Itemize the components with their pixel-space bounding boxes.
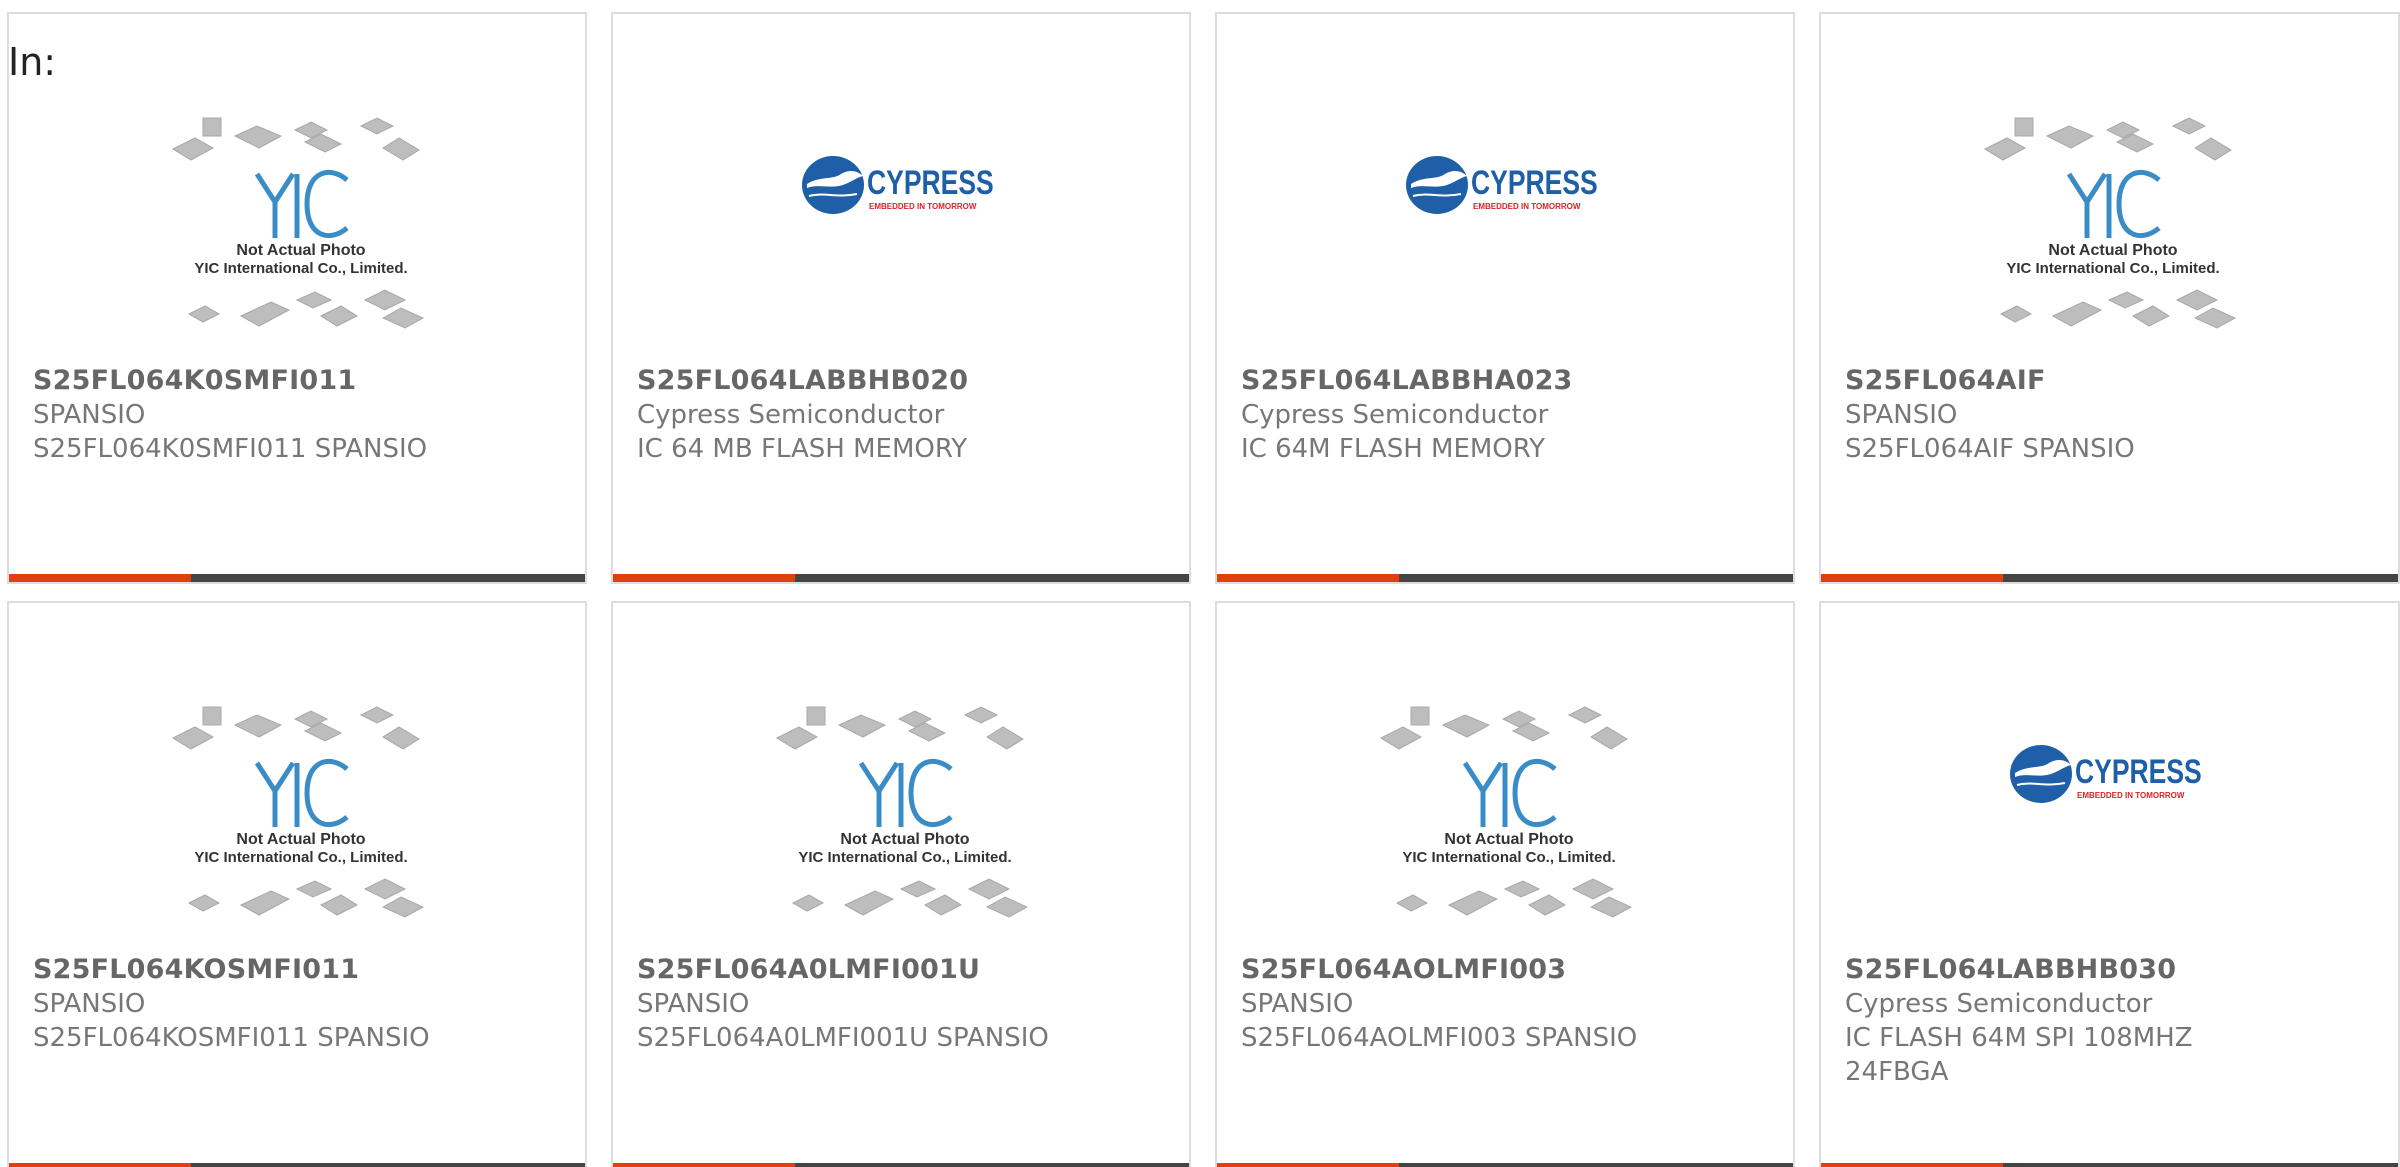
manufacturer: SPANSIO: [33, 400, 146, 430]
yic-company-text: YIC International Co., Limited.: [194, 260, 408, 277]
description: S25FL064A0LMFI001U SPANSIO: [637, 1023, 1049, 1053]
part-number[interactable]: S25FL064LABBHA023: [1241, 364, 1773, 398]
card-bottom-bar: [1821, 1163, 2398, 1167]
chip-placeholder-icon: [171, 117, 425, 329]
product-card[interactable]: Not Actual Photo YIC International Co., …: [7, 12, 587, 584]
description: S25FL064AOLMFI003 SPANSIO: [1241, 1023, 1638, 1053]
product-card[interactable]: CYPRESS EMBEDDED IN TOMORROW S25FL064LAB…: [1215, 12, 1795, 584]
card-accent-bar: [1217, 1163, 1399, 1167]
product-image-cypress-logo[interactable]: CYPRESS EMBEDDED IN TOMORROW: [613, 14, 1189, 354]
manufacturer: Cypress Semiconductor: [1241, 400, 1549, 430]
part-number[interactable]: S25FL064A0LMFI001U: [637, 953, 1169, 987]
cypress-tagline-text: EMBEDDED IN TOMORROW: [869, 202, 977, 211]
card-accent-bar: [9, 1163, 191, 1167]
cypress-tagline-text: EMBEDDED IN TOMORROW: [1473, 202, 1581, 211]
card-accent-bar: [1821, 574, 2003, 582]
not-actual-photo-text: Not Actual Photo: [236, 242, 366, 259]
product-image-yic-placeholder[interactable]: Not Actual Photo YIC International Co., …: [9, 14, 585, 354]
yic-company-text: YIC International Co., Limited.: [798, 849, 1012, 866]
not-actual-photo-text: Not Actual Photo: [1444, 831, 1574, 848]
manufacturer: SPANSIO: [1845, 400, 1958, 430]
card-accent-bar: [613, 1163, 795, 1167]
cypress-tagline-text: EMBEDDED IN TOMORROW: [2077, 791, 2185, 800]
card-accent-bar: [613, 574, 795, 582]
chip-placeholder-icon: [171, 706, 425, 918]
not-actual-photo-text: Not Actual Photo: [2048, 242, 2178, 259]
product-card[interactable]: CYPRESS EMBEDDED IN TOMORROW S25FL064LAB…: [611, 12, 1191, 584]
manufacturer: SPANSIO: [637, 989, 750, 1019]
card-bottom-bar: [1217, 574, 1793, 582]
product-image-yic-placeholder[interactable]: Not Actual Photo YIC International Co., …: [9, 603, 585, 943]
not-actual-photo-text: Not Actual Photo: [840, 831, 970, 848]
part-number[interactable]: S25FL064K0SMFI011: [33, 364, 565, 398]
cypress-brand-text: CYPRESS: [1471, 164, 1598, 202]
description: IC 64M FLASH MEMORY: [1241, 434, 1546, 464]
card-bottom-bar: [613, 574, 1189, 582]
card-bottom-bar: [613, 1163, 1189, 1167]
product-image-yic-placeholder[interactable]: Not Actual Photo YIC International Co., …: [613, 603, 1189, 943]
product-image-yic-placeholder[interactable]: Not Actual Photo YIC International Co., …: [1217, 603, 1793, 943]
in-label: In:: [8, 40, 57, 84]
description: S25FL064K0SMFI011 SPANSIO: [33, 434, 428, 464]
part-number[interactable]: S25FL064LABBHB020: [637, 364, 1169, 398]
yic-company-text: YIC International Co., Limited.: [1402, 849, 1616, 866]
cypress-logo-icon: [802, 156, 864, 214]
card-accent-bar: [1821, 1163, 2003, 1167]
part-number[interactable]: S25FL064AIF: [1845, 364, 2378, 398]
manufacturer: Cypress Semiconductor: [1845, 989, 2153, 1019]
part-number[interactable]: S25FL064AOLMFI003: [1241, 953, 1773, 987]
product-card[interactable]: CYPRESS EMBEDDED IN TOMORROW S25FL064LAB…: [1819, 601, 2400, 1167]
product-card[interactable]: Not Actual Photo YIC International Co., …: [1215, 601, 1795, 1167]
yic-company-text: YIC International Co., Limited.: [2006, 260, 2220, 277]
chip-placeholder-icon: [1983, 117, 2237, 329]
cypress-brand-text: CYPRESS: [2075, 753, 2202, 791]
cypress-logo-icon: [1406, 156, 1468, 214]
cypress-logo-icon: [2010, 745, 2072, 803]
description: S25FL064AIF SPANSIO: [1845, 434, 2135, 464]
product-grid-page: In: Not Actual Photo YIC International C…: [0, 0, 2400, 1167]
chip-placeholder-icon: [1379, 706, 1633, 918]
product-image-cypress-logo[interactable]: CYPRESS EMBEDDED IN TOMORROW: [1821, 603, 2398, 943]
card-accent-bar: [1217, 574, 1399, 582]
part-number[interactable]: S25FL064KOSMFI011: [33, 953, 565, 987]
not-actual-photo-text: Not Actual Photo: [236, 831, 366, 848]
card-bottom-bar: [1821, 574, 2398, 582]
manufacturer: SPANSIO: [33, 989, 146, 1019]
cypress-brand-text: CYPRESS: [867, 164, 994, 202]
card-accent-bar: [9, 574, 191, 582]
product-card[interactable]: Not Actual Photo YIC International Co., …: [611, 601, 1191, 1167]
card-bottom-bar: [1217, 1163, 1793, 1167]
yic-company-text: YIC International Co., Limited.: [194, 849, 408, 866]
manufacturer: SPANSIO: [1241, 989, 1354, 1019]
chip-placeholder-icon: [775, 706, 1029, 918]
card-bottom-bar: [9, 1163, 585, 1167]
product-image-cypress-logo[interactable]: CYPRESS EMBEDDED IN TOMORROW: [1217, 14, 1793, 354]
card-bottom-bar: [9, 574, 585, 582]
product-card[interactable]: Not Actual Photo YIC International Co., …: [1819, 12, 2400, 584]
description: S25FL064KOSMFI011 SPANSIO: [33, 1023, 430, 1053]
description: IC 64 MB FLASH MEMORY: [637, 434, 968, 464]
description: IC FLASH 64M SPI 108MHZ 24FBGA: [1845, 1023, 2193, 1087]
product-image-yic-placeholder[interactable]: Not Actual Photo YIC International Co., …: [1821, 14, 2398, 354]
part-number[interactable]: S25FL064LABBHB030: [1845, 953, 2378, 987]
manufacturer: Cypress Semiconductor: [637, 400, 945, 430]
product-card[interactable]: Not Actual Photo YIC International Co., …: [7, 601, 587, 1167]
